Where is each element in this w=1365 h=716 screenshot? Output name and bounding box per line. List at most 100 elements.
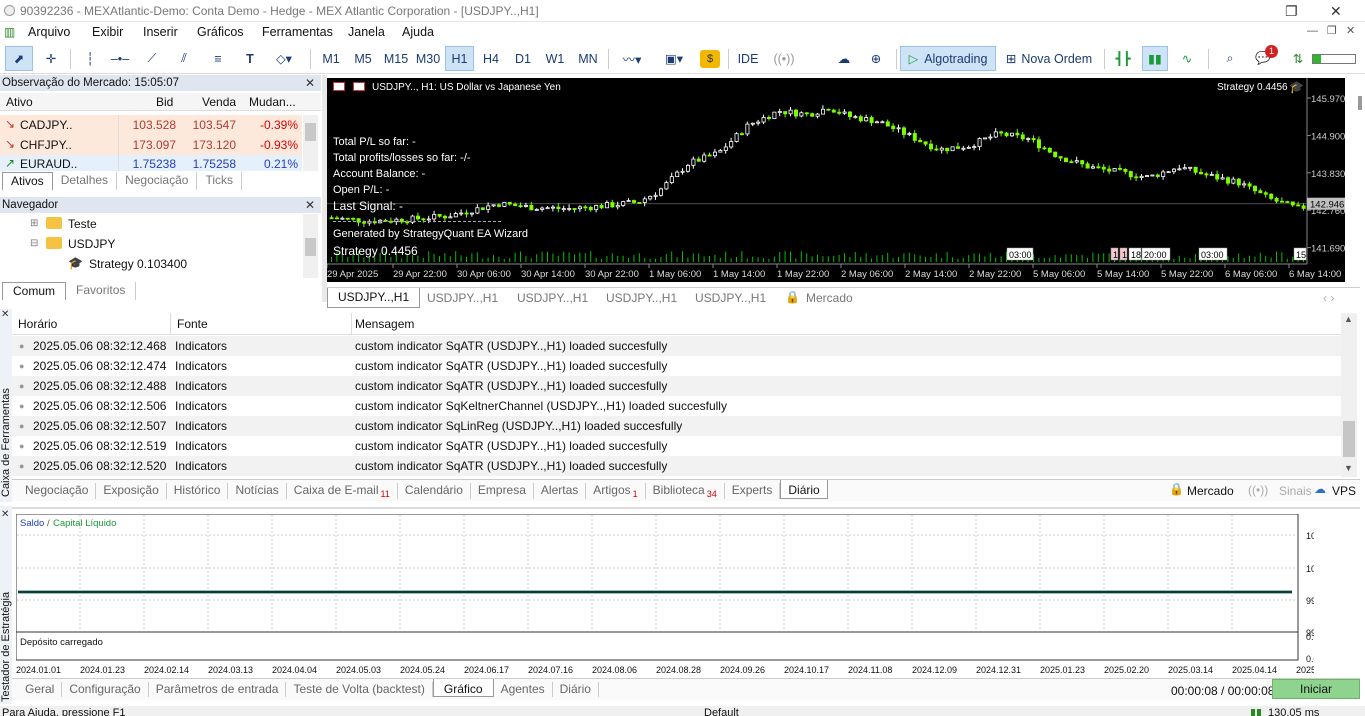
- chart-type-icon[interactable]: 〰▾: [614, 46, 650, 71]
- tf-d1[interactable]: D1: [510, 46, 536, 71]
- tester-tab-4[interactable]: Gráfico: [432, 679, 494, 697]
- tab-favoritos[interactable]: Favoritos: [66, 282, 137, 300]
- cloud-icon[interactable]: ☁: [832, 46, 856, 71]
- chart-tab[interactable]: USDJPY..,H1: [517, 291, 588, 305]
- close-window-icon[interactable]: ✕: [1330, 3, 1342, 20]
- tab-scroll-icon[interactable]: ‹ ›: [1323, 291, 1334, 305]
- menu-arquivo[interactable]: Arquivo: [28, 25, 70, 39]
- col-mensagem[interactable]: Mensagem: [355, 317, 414, 331]
- tester-tab-1[interactable]: Configuração: [62, 682, 149, 697]
- chart-tab-active[interactable]: USDJPY..,H1: [327, 288, 421, 308]
- menu-ajuda[interactable]: Ajuda: [402, 25, 434, 39]
- tab-alertas[interactable]: Alertas: [534, 483, 587, 499]
- journal-scrollbar[interactable]: ▲ ▼: [1341, 313, 1357, 477]
- tab-caixa-de-e-mail[interactable]: Caixa de E-mail 11: [287, 483, 398, 499]
- table-row[interactable]: ● 2025.05.06 08:32:12.507 Indicators custom…: [12, 416, 1341, 436]
- table-row[interactable]: ● 2025.05.06 08:32:12.474 Indicators custom…: [12, 356, 1341, 376]
- ide-button[interactable]: IDE: [734, 46, 762, 71]
- tab-comum[interactable]: Comum: [2, 282, 67, 300]
- tab-di-rio[interactable]: Diário: [780, 480, 828, 499]
- tab-mercado[interactable]: Mercado: [1187, 484, 1234, 498]
- line-chart-icon[interactable]: ∿: [1174, 46, 1200, 71]
- col-ativo[interactable]: Ativo: [6, 95, 33, 109]
- col-mudanca[interactable]: Mudan...: [249, 95, 296, 109]
- col-venda[interactable]: Venda: [202, 95, 236, 109]
- bar-chart-icon[interactable]: ┫┣: [1110, 46, 1136, 71]
- chart-tab[interactable]: USDJPY..,H1: [427, 291, 498, 305]
- chart-tab[interactable]: USDJPY..,H1: [695, 291, 766, 305]
- table-row[interactable]: ● 2025.05.06 08:32:12.468 Indicators custom…: [12, 336, 1341, 356]
- tf-m30[interactable]: M30: [413, 46, 443, 71]
- price-chart-svg[interactable]: 145.970144.900143.830142.760141.690142.9…: [327, 78, 1345, 282]
- tf-m15[interactable]: M15: [380, 46, 412, 71]
- search-icon[interactable]: ⌕: [1218, 46, 1242, 71]
- tab-ativos[interactable]: Ativos: [2, 172, 53, 190]
- price-chart[interactable]: 145.970 144.900 143.830 142.760 141.690 142.9…: [327, 78, 1345, 282]
- start-button[interactable]: Iniciar: [1272, 679, 1360, 699]
- menu-exibir[interactable]: Exibir: [92, 25, 123, 39]
- tab-calend-rio[interactable]: Calendário: [398, 483, 471, 499]
- status-profile[interactable]: Default: [704, 707, 739, 716]
- expand-icon[interactable]: ⊞: [30, 218, 38, 229]
- templates-icon[interactable]: ▣▾: [656, 46, 692, 71]
- close-icon[interactable]: ✕: [1, 309, 9, 320]
- tab-not-cias[interactable]: Notícias: [228, 483, 287, 499]
- signal-icon[interactable]: ((•)): [770, 46, 798, 71]
- crosshair-tool-icon[interactable]: ✛: [37, 46, 65, 71]
- col-fonte[interactable]: Fonte: [177, 317, 208, 331]
- tab-detalhes[interactable]: Detalhes: [53, 172, 118, 190]
- tester-tab-6[interactable]: Diário: [553, 682, 599, 697]
- collapse-icon[interactable]: ⊟: [30, 238, 38, 249]
- tf-w1[interactable]: W1: [542, 46, 568, 71]
- tf-m5[interactable]: M5: [350, 46, 376, 71]
- tab-biblioteca[interactable]: Biblioteca 34: [646, 483, 725, 499]
- restore-child-icon[interactable]: ❐: [1327, 24, 1337, 37]
- close-icon[interactable]: ✕: [305, 75, 315, 91]
- new-order-button[interactable]: ⊞ Nova Ordem: [1000, 46, 1098, 71]
- menu-ferramentas[interactable]: Ferramentas: [262, 25, 333, 39]
- tab-hist-rico[interactable]: Histórico: [167, 483, 229, 499]
- tester-tab-2[interactable]: Parâmetros de entrada: [149, 682, 287, 697]
- trendline-icon[interactable]: ⟋: [140, 46, 164, 71]
- col-bid[interactable]: Bid: [156, 95, 173, 109]
- table-row[interactable]: ● 2025.05.06 08:32:12.488 Indicators custom…: [12, 376, 1341, 396]
- close-child-icon[interactable]: ✕: [1346, 24, 1355, 37]
- table-row[interactable]: ↘ CHFJPY.. 173.097 173.120 -0.93%: [0, 135, 302, 155]
- tab-artigos[interactable]: Artigos 1: [586, 483, 646, 499]
- tab-negociacao[interactable]: Negociação: [117, 172, 198, 190]
- coin-icon[interactable]: $: [700, 50, 720, 68]
- tf-h1[interactable]: H1: [445, 46, 474, 71]
- horizontal-line-icon[interactable]: –•–: [108, 46, 132, 71]
- nav-item-strategy[interactable]: Strategy 0.103400: [89, 257, 187, 271]
- menu-janela[interactable]: Janela: [348, 25, 385, 39]
- pointer-tool-icon[interactable]: ⬈: [5, 46, 33, 71]
- vps-globe-icon[interactable]: ⊕: [864, 46, 888, 71]
- text-tool-icon[interactable]: T: [238, 46, 262, 71]
- navigator-scrollbar[interactable]: [303, 214, 318, 278]
- menu-inserir[interactable]: Inserir: [143, 25, 178, 39]
- restore-icon[interactable]: ❐: [1285, 3, 1298, 20]
- close-icon[interactable]: ✕: [1, 509, 9, 520]
- tab-ticks[interactable]: Ticks: [197, 172, 242, 190]
- channel-icon[interactable]: ⫽: [172, 46, 196, 71]
- col-horario[interactable]: Horário: [18, 317, 57, 331]
- nav-item-teste[interactable]: Teste: [68, 217, 97, 231]
- tab-experts[interactable]: Experts: [725, 483, 781, 499]
- chart-tab-mercado[interactable]: Mercado: [806, 291, 853, 305]
- notifications-icon[interactable]: 💬 1: [1248, 45, 1278, 71]
- table-row[interactable]: ● 2025.05.06 08:32:12.520 Indicators custom…: [12, 456, 1341, 476]
- chart-tab[interactable]: USDJPY..,H1: [606, 291, 677, 305]
- fibonacci-icon[interactable]: ≡: [206, 46, 230, 71]
- nav-item-usdjpy[interactable]: USDJPY: [68, 237, 115, 251]
- shapes-icon[interactable]: ◇▾: [266, 46, 302, 71]
- tab-negocia-o[interactable]: Negociação: [18, 483, 97, 499]
- close-icon[interactable]: ✕: [305, 197, 315, 213]
- market-watch-scrollbar[interactable]: [303, 115, 318, 171]
- table-row[interactable]: ↗ EURAUD.. 1.75238 1.75258 0.21%: [0, 155, 302, 171]
- table-row[interactable]: ● 2025.05.06 08:32:12.506 Indicators custom…: [12, 396, 1341, 416]
- menu-graficos[interactable]: Gráficos: [197, 25, 244, 39]
- table-row[interactable]: ↘ CADJPY.. 103.528 103.547 -0.39%: [0, 115, 302, 135]
- tab-empresa[interactable]: Empresa: [471, 483, 534, 499]
- tab-exposi-o[interactable]: Exposição: [96, 483, 167, 499]
- tab-sinais[interactable]: Sinais: [1279, 484, 1312, 498]
